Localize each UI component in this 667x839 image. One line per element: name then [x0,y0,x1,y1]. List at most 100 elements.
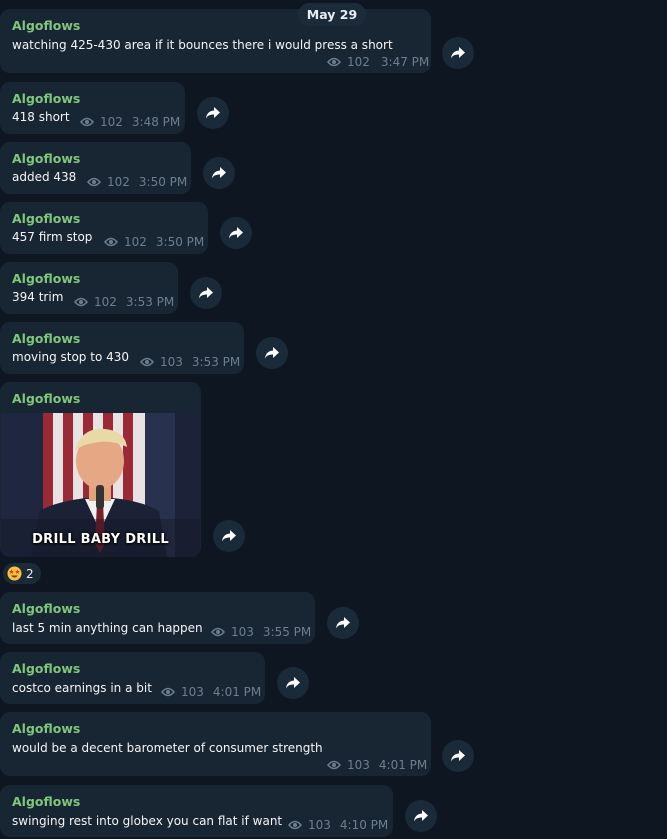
sender-name[interactable]: Algoflows [12,331,80,347]
sender-name[interactable]: Algoflows [12,391,80,407]
message-meta: 102 3:53 PM [74,295,174,309]
message-time: 4:10 PM [339,818,389,832]
message-text: added 438 [12,170,77,184]
share-button[interactable] [442,740,474,772]
message-bubble[interactable]: Algoflows 457 firm stop 102 3:50 PM [0,202,208,254]
sender-name[interactable]: Algoflows [12,794,80,810]
view-count: 102 [100,115,123,129]
message-meta: 102 3:47 PM [327,55,429,69]
view-count: 102 [347,55,370,69]
message-text: costco earnings in a bit [12,681,152,695]
share-arrow-icon [222,530,236,542]
view-count: 103 [347,758,370,772]
message-time: 3:48 PM [131,115,181,129]
message-meta: 102 3:50 PM [87,175,187,189]
message-bubble[interactable]: Algoflows added 438 102 3:50 PM [0,142,191,194]
message-bubble[interactable]: Algoflows watching 425-430 area if it bo… [0,9,431,73]
message-meta: 103 3:53 PM [140,355,240,369]
share-arrow-icon [286,677,300,689]
view-count: 102 [124,235,147,249]
share-button[interactable] [277,667,309,699]
message-text: swinging rest into globex you can flat i… [12,814,283,828]
view-count: 102 [94,295,117,309]
eye-icon [327,57,341,67]
eye-icon [288,820,302,830]
message-bubble[interactable]: Algoflows last 5 min anything can happen… [0,592,315,644]
share-arrow-icon [451,47,465,59]
eye-icon [327,760,341,770]
message-bubble[interactable]: Algoflows would be a decent barometer of… [0,712,431,776]
eye-icon [104,237,118,247]
message-bubble[interactable]: Algoflows swinging rest into globex you … [0,785,393,837]
share-button[interactable] [327,607,359,639]
share-button[interactable] [405,800,437,832]
reaction-count: 2 [26,566,34,581]
view-count: 103 [231,625,254,639]
share-arrow-icon [451,750,465,762]
sender-name[interactable]: Algoflows [12,661,80,677]
message-time: 3:53 PM [125,295,175,309]
sender-name[interactable]: Algoflows [12,721,80,737]
message-text: 418 short [12,110,70,124]
sender-name[interactable]: Algoflows [12,151,80,167]
message-meta: 103 3:55 PM [211,625,311,639]
message-text: moving stop to 430 [12,350,129,364]
message-text: watching 425-430 area if it bounces ther… [12,38,393,52]
eye-icon [161,687,175,697]
view-count: 103 [181,685,204,699]
message-text: 394 trim [12,290,64,304]
message-meta: 103 4:01 PM [327,758,427,772]
share-button[interactable] [197,97,229,129]
sender-name[interactable]: Algoflows [12,91,80,107]
eye-icon [211,627,225,637]
message-time: 3:50 PM [138,175,188,189]
view-count: 103 [160,355,183,369]
share-arrow-icon [336,617,350,629]
message-meta: 102 3:48 PM [80,115,180,129]
share-button[interactable] [442,37,474,69]
share-button[interactable] [256,337,288,369]
message-time: 3:55 PM [262,625,312,639]
gif-media[interactable]: DRILL BABY DRILL [1,413,200,557]
message-bubble[interactable]: Algoflows costco earnings in a bit 103 4… [0,652,265,704]
message-meta: 103 4:01 PM [161,685,261,699]
share-arrow-icon [206,107,220,119]
message-bubble[interactable]: Algoflows 418 short 102 3:48 PM [0,82,185,134]
share-button[interactable] [190,277,222,309]
message-text: would be a decent barometer of consumer … [12,741,323,755]
eye-icon [74,297,88,307]
eye-icon [87,177,101,187]
message-bubble[interactable]: Algoflows 394 trim 102 3:53 PM [0,262,178,314]
share-button[interactable] [213,520,245,552]
share-button[interactable] [203,157,235,189]
share-button[interactable] [220,217,252,249]
share-arrow-icon [414,810,428,822]
message-time: 4:01 PM [212,685,262,699]
view-count: 103 [308,818,331,832]
message-time: 3:47 PM [380,55,430,69]
message-text: last 5 min anything can happen [12,621,203,635]
message-time: 3:50 PM [155,235,205,249]
reaction-badge[interactable]: 2 [3,563,41,584]
message-time: 4:01 PM [378,758,428,772]
sender-name[interactable]: Algoflows [12,271,80,287]
message-meta: 103 4:10 PM [288,818,388,832]
view-count: 102 [107,175,130,189]
sender-name[interactable]: Algoflows [12,18,80,34]
date-separator: May 29 [298,3,366,26]
gif-caption: DRILL BABY DRILL [32,532,169,547]
share-arrow-icon [265,347,279,359]
message-text: 457 firm stop [12,230,93,244]
message-bubble[interactable]: Algoflows moving stop to 430 103 3:53 PM [0,322,244,374]
media-message-bubble[interactable]: Algoflows DRILL BABY DRILL [0,382,201,557]
star-struck-emoji-icon [7,566,22,581]
share-arrow-icon [199,287,213,299]
message-meta: 102 3:50 PM [104,235,204,249]
sender-name[interactable]: Algoflows [12,601,80,617]
message-time: 3:53 PM [191,355,241,369]
sender-name[interactable]: Algoflows [12,211,80,227]
eye-icon [80,117,94,127]
share-arrow-icon [229,227,243,239]
eye-icon [140,357,154,367]
share-arrow-icon [212,167,226,179]
